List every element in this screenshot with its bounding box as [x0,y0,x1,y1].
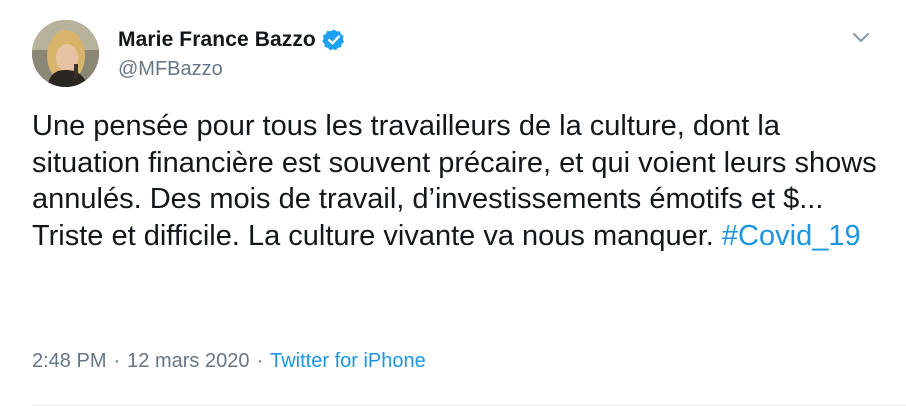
tweet-meta: 2:48 PM · 12 mars 2020 · Twitter for iPh… [32,350,426,373]
tweet-date[interactable]: 12 mars 2020 [127,350,249,373]
avatar-image [32,20,99,87]
avatar[interactable] [32,20,99,87]
verified-badge-icon [322,28,346,52]
tweet-time[interactable]: 2:48 PM [32,350,106,373]
hashtag-link[interactable]: #Covid_19 [722,220,861,252]
meta-separator: · [113,350,121,372]
tweet-card: Marie France Bazzo @MFBazzo Une pensée p… [0,0,906,406]
tweet-source-link[interactable]: Twitter for iPhone [270,350,426,373]
chevron-down-icon[interactable] [850,26,872,48]
tweet-text: Une pensée pour tous les travailleurs de… [32,108,882,254]
display-name[interactable]: Marie France Bazzo [118,28,316,52]
author-handle[interactable]: @MFBazzo [118,58,223,81]
author-name-row: Marie France Bazzo [118,26,346,54]
meta-separator: · [256,350,264,372]
